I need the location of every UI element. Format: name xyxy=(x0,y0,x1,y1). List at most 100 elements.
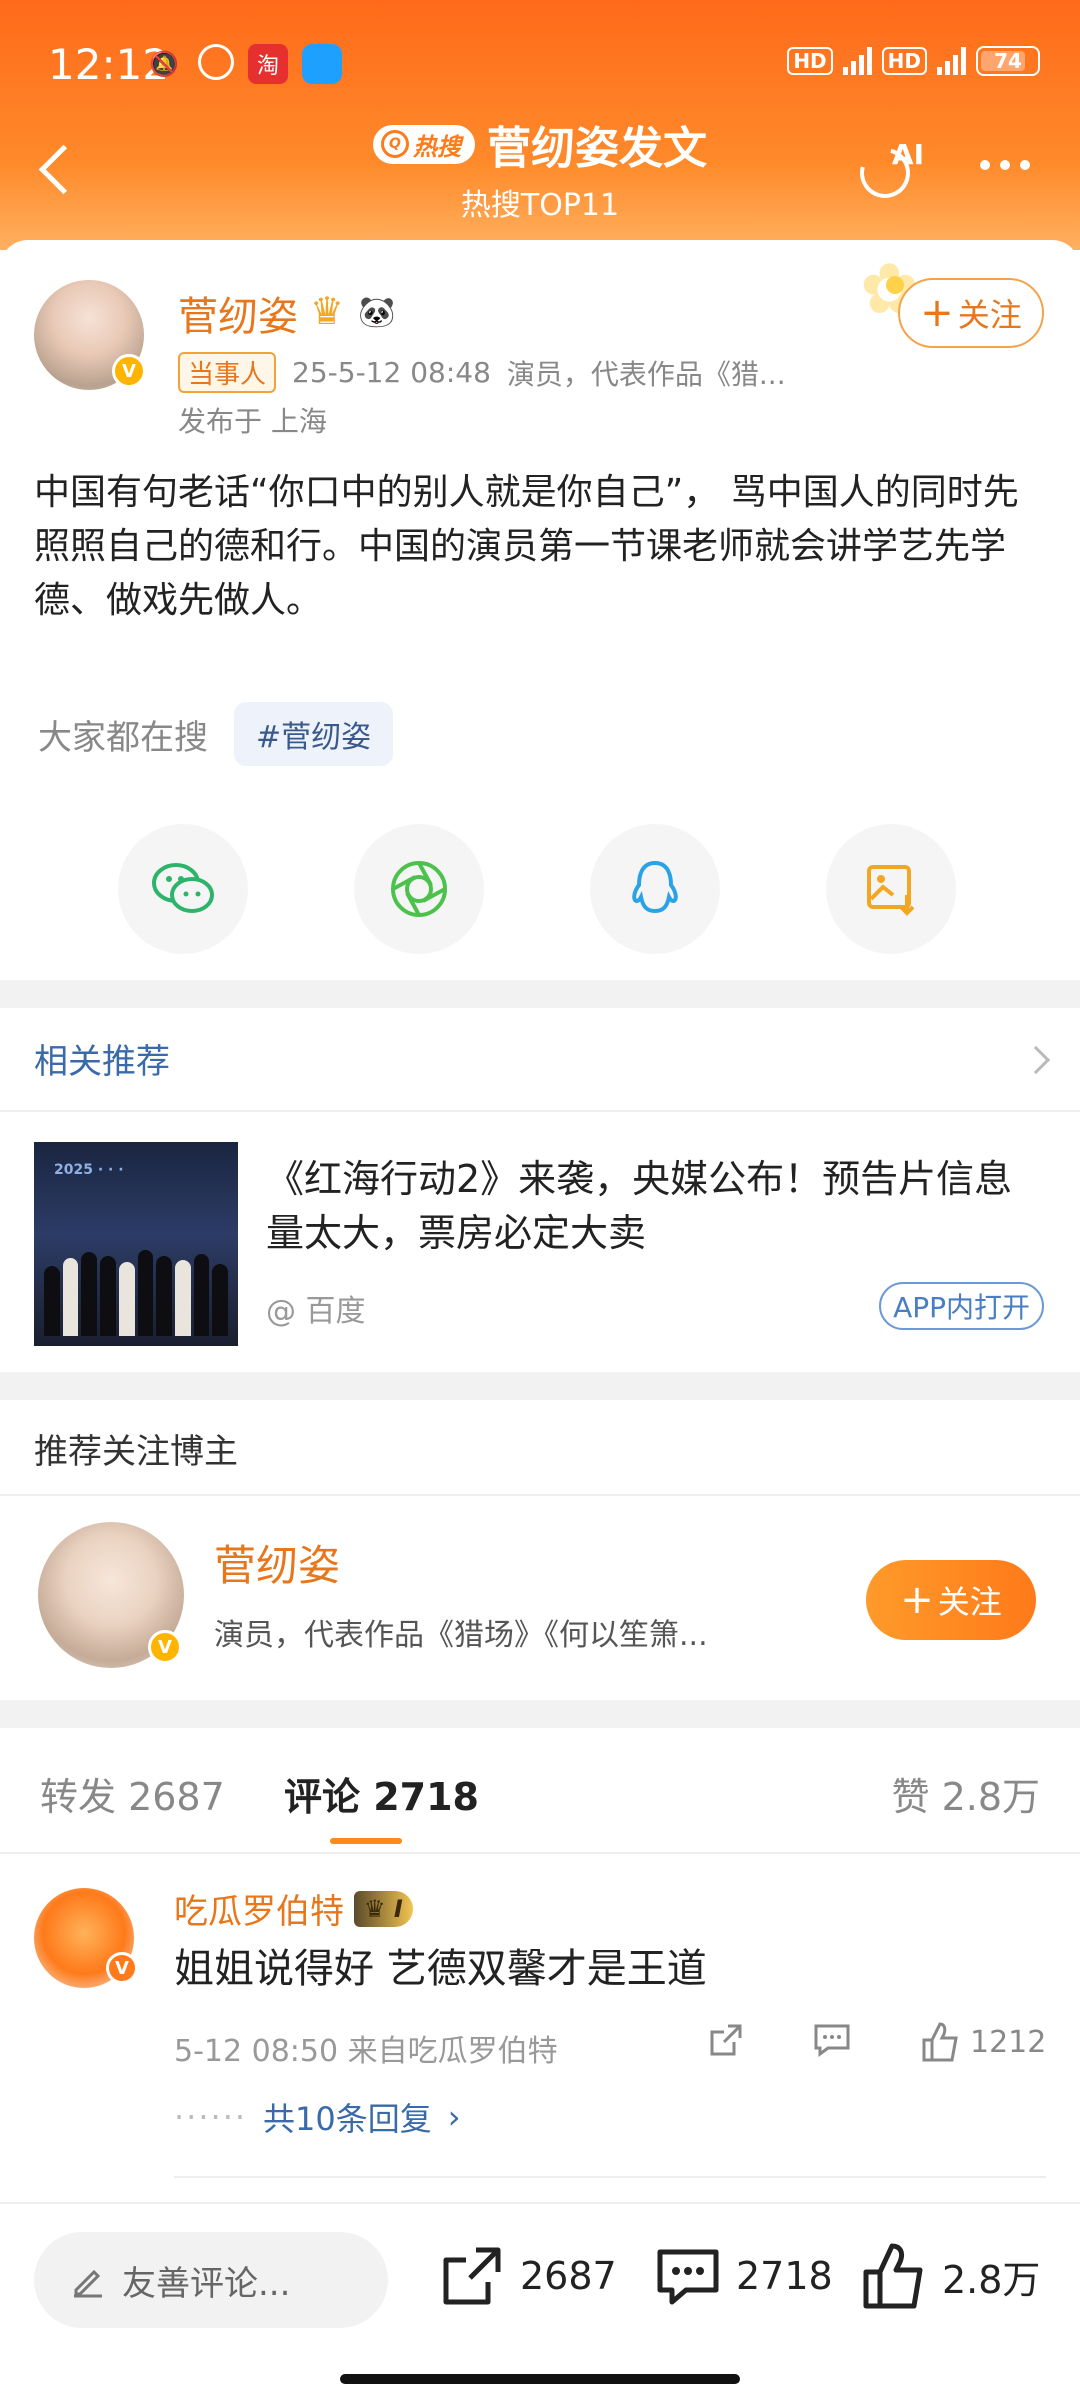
save-image-icon xyxy=(867,865,915,916)
section-separator xyxy=(0,980,1080,1008)
ai-label: AI xyxy=(891,138,924,171)
comments-count: 2718 xyxy=(736,2254,833,2298)
battery-level: 74 xyxy=(994,49,1022,73)
comment-input-placeholder: 友善评论... xyxy=(122,2263,291,2304)
recommend-name[interactable]: 菅纫姿 xyxy=(214,1532,340,1593)
hd-icon: HD xyxy=(787,47,833,75)
verified-icon: V xyxy=(106,1952,138,1984)
vip-level: I xyxy=(393,1894,403,1923)
hot-search-badge: Q 热搜 xyxy=(373,124,475,164)
role-tag: 当事人 xyxy=(178,352,277,393)
comment-like-count: 1212 xyxy=(970,2024,1047,2060)
thumbnail-people-art xyxy=(44,1246,229,1336)
recommend-follow-label: 关注 xyxy=(937,1583,1002,1621)
repost-icon xyxy=(443,2247,501,2305)
post-date: 25-5-12 08:48 xyxy=(292,356,491,389)
verified-icon: V xyxy=(148,1630,182,1664)
commenter-name[interactable]: 吃瓜罗伯特 xyxy=(174,1884,344,1933)
status-right-icons: HD HD 74 xyxy=(787,46,1040,76)
thumbs-up-icon xyxy=(922,2022,958,2062)
share-moments-button[interactable] xyxy=(354,824,484,954)
follow-button[interactable]: + 关注 xyxy=(898,278,1044,348)
verified-icon: V xyxy=(112,354,146,388)
comment-like-button[interactable]: 1212 xyxy=(918,2020,1046,2064)
divider xyxy=(0,1852,1080,1854)
crown-icon xyxy=(308,289,348,333)
comment-input[interactable]: 友善评论... xyxy=(34,2232,388,2328)
trending-search-label: 大家都在搜 xyxy=(38,717,208,758)
app-notification-icon: 淘 xyxy=(248,44,288,84)
open-in-app-button[interactable]: APP内打开 xyxy=(879,1282,1044,1330)
related-heading: 相关推荐 xyxy=(34,1042,170,1082)
thumbs-up-icon xyxy=(863,2243,923,2309)
repost-button[interactable]: 2687 xyxy=(436,2240,617,2312)
vip-badge: ♛ I xyxy=(354,1890,413,1927)
chevron-right-icon: › xyxy=(447,2098,461,2136)
comments-button[interactable]: 2718 xyxy=(652,2240,833,2312)
tab-repost[interactable]: 转发 2687 xyxy=(40,1766,225,1821)
replies-count: 共10条回复 xyxy=(263,2100,432,2138)
alarm-icon xyxy=(198,44,234,80)
repost-count: 2687 xyxy=(520,2254,617,2298)
comment-reply-button[interactable] xyxy=(812,2020,852,2060)
commenter-name-row: 吃瓜罗伯特 ♛ I xyxy=(174,1884,413,1933)
recommend-avatar[interactable]: V xyxy=(38,1522,184,1668)
thumbnail-caption-art: 2025 · · · xyxy=(54,1162,124,1178)
author-name[interactable]: 菅纫姿 xyxy=(178,284,298,342)
author-bio: 演员，代表作品《猎... xyxy=(506,357,786,391)
top-header: 12:12 🔕 淘 HD HD 74 Q 热搜 菅纫姿发文 热搜TOP11 AI xyxy=(0,0,1080,250)
bottom-action-bar: 友善评论... 2687 2718 2.8万 xyxy=(0,2202,1080,2400)
hot-search-badge-label: 热搜 xyxy=(413,132,461,161)
section-separator xyxy=(0,1700,1080,1728)
status-left-icons: 🔕 淘 xyxy=(144,44,342,84)
section-separator xyxy=(0,1372,1080,1400)
divider xyxy=(174,2176,1046,2178)
more-options-icon[interactable] xyxy=(980,160,1030,170)
share-qq-button[interactable] xyxy=(590,824,720,954)
status-bar: 12:12 🔕 淘 HD HD 74 xyxy=(0,36,1080,96)
hd-icon-2: HD xyxy=(881,47,927,75)
share-wechat-button[interactable] xyxy=(118,824,248,954)
wechat-icon xyxy=(152,863,214,913)
recommend-follow-button[interactable]: + 关注 xyxy=(866,1560,1036,1640)
home-indicator[interactable] xyxy=(340,2374,740,2384)
likes-count: 2.8万 xyxy=(942,2257,1041,2302)
share-row xyxy=(118,824,956,954)
mute-icon: 🔕 xyxy=(149,50,179,78)
comment-share-button[interactable] xyxy=(706,2020,746,2060)
post-location: 发布于 上海 xyxy=(178,405,327,438)
tab-likes[interactable]: 赞 2.8万 xyxy=(891,1766,1040,1821)
divider xyxy=(0,1110,1080,1112)
share-icon xyxy=(710,2024,742,2056)
panda-icon: 🐼 xyxy=(358,295,396,330)
signal-icon xyxy=(842,47,872,75)
recommend-heading: 推荐关注博主 xyxy=(34,1432,238,1472)
pencil-icon xyxy=(74,2269,102,2298)
battery-icon: 74 xyxy=(976,46,1040,76)
comment-text: 姐姐说得好 艺德双馨才是王道 xyxy=(174,1946,707,1992)
replies-dots: ······ xyxy=(174,2098,248,2136)
divider xyxy=(0,1494,1080,1496)
related-title[interactable]: 《红海行动2》来袭，央媒公布！预告片信息量太大，票房必定大卖 xyxy=(266,1152,1046,1260)
chevron-right-icon[interactable] xyxy=(1021,1045,1051,1075)
plus-icon: + xyxy=(900,1577,934,1623)
trending-search-row: 大家都在搜 #菅纫姿 xyxy=(38,702,394,766)
save-image-button[interactable] xyxy=(826,824,956,954)
view-replies-link[interactable]: ······ 共10条回复 › xyxy=(174,2094,461,2140)
signal-icon-2 xyxy=(937,47,966,75)
search-icon: Q xyxy=(381,130,409,158)
hashtag-chip[interactable]: #菅纫姿 xyxy=(234,702,394,766)
ai-search-button[interactable]: AI xyxy=(850,136,924,208)
comment-icon xyxy=(814,2024,850,2057)
post-meta: 当事人 25-5-12 08:48 演员，代表作品《猎... xyxy=(178,352,786,393)
author-name-row: 菅纫姿 🐼 xyxy=(178,284,398,342)
commenter-avatar[interactable]: V xyxy=(34,1888,138,1988)
app-notification-icon-2 xyxy=(302,44,342,84)
active-tab-indicator xyxy=(330,1838,402,1844)
post-card: V 菅纫姿 🐼 + 关注 当事人 25-5-12 08:48 演员，代表作品《猎… xyxy=(0,240,1080,980)
post-body: 中国有句老话“你口中的别人就是你自己”， 骂中国人的同时先照照自己的德和行。中国… xyxy=(34,472,1019,621)
related-thumbnail[interactable]: 2025 · · · xyxy=(34,1142,238,1346)
tab-comments[interactable]: 评论 2718 xyxy=(284,1766,479,1821)
like-button[interactable]: 2.8万 xyxy=(858,2240,1040,2312)
author-avatar[interactable]: V xyxy=(34,280,146,390)
